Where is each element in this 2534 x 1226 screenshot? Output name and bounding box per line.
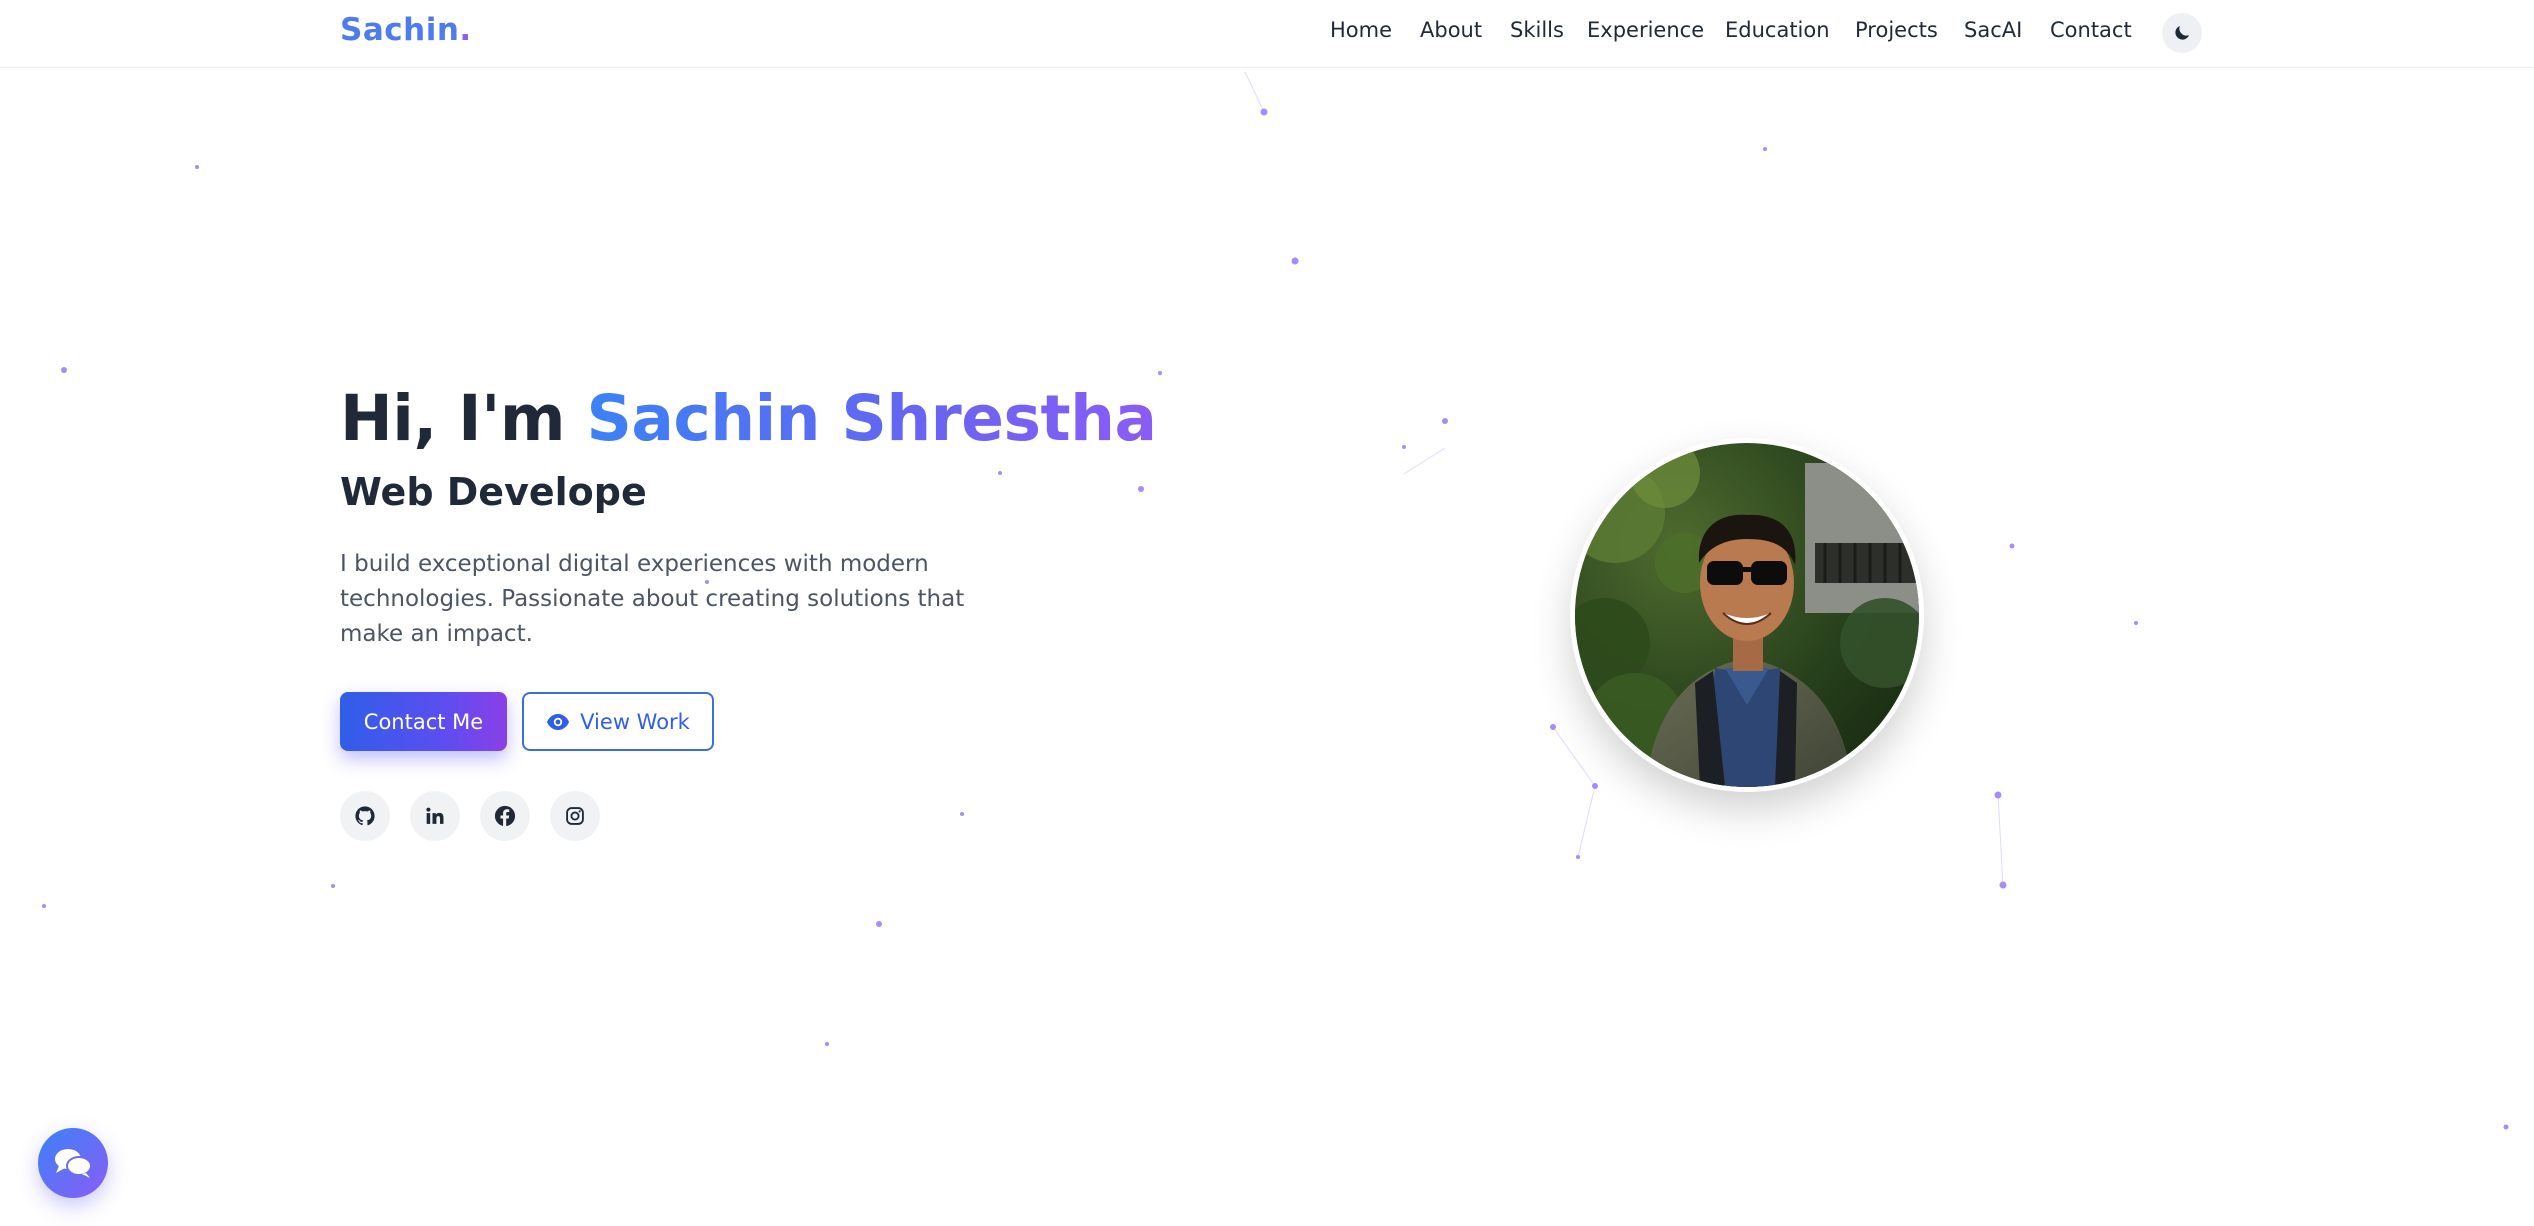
contact-me-button[interactable]: Contact Me [340, 692, 507, 751]
nav-sacai[interactable]: SacAI [1964, 18, 2022, 42]
nav-about[interactable]: About [1420, 18, 1482, 42]
theme-toggle-button[interactable] [2162, 13, 2202, 53]
portfolio-page: Sachin. Home About Skills Experience Edu… [0, 0, 2534, 1226]
instagram-icon [566, 807, 584, 825]
hero-heading: Hi, I'm Sachin Shrestha [340, 382, 1157, 455]
site-logo[interactable]: Sachin. [340, 12, 472, 48]
view-work-button[interactable]: View Work [522, 692, 714, 751]
nav-home[interactable]: Home [1330, 18, 1392, 42]
profile-photo-frame [1570, 438, 1924, 792]
nav-experience[interactable]: Experience [1587, 18, 1704, 42]
facebook-link[interactable] [480, 791, 530, 841]
facebook-icon [494, 805, 516, 827]
hero-description: I build exceptional digital experiences … [340, 551, 965, 647]
nav-contact[interactable]: Contact [2050, 18, 2132, 42]
chat-bubbles-icon [55, 1149, 92, 1178]
logo-text: Sachin [340, 12, 460, 48]
moon-icon [2175, 25, 2190, 40]
logo-dot: . [459, 12, 472, 48]
top-navbar: Sachin. Home About Skills Experience Edu… [0, 0, 2534, 68]
nav-skills[interactable]: Skills [1510, 18, 1564, 42]
hero-greeting: Hi, I'm [340, 382, 587, 455]
nav-projects[interactable]: Projects [1855, 18, 1938, 42]
linkedin-icon [426, 807, 444, 824]
contact-me-label: Contact Me [363, 709, 484, 734]
social-links [340, 791, 600, 841]
github-icon [355, 806, 375, 826]
instagram-link[interactable] [550, 791, 600, 841]
hero-role: Web Develope [340, 470, 647, 514]
github-link[interactable] [340, 791, 390, 841]
chat-button[interactable] [38, 1128, 108, 1198]
hero-name: Sachin Shrestha [586, 382, 1157, 455]
eye-icon [547, 713, 570, 730]
nav-education[interactable]: Education [1725, 18, 1830, 42]
linkedin-link[interactable] [410, 791, 460, 841]
view-work-label: View Work [580, 709, 690, 734]
profile-photo [1575, 443, 1919, 787]
